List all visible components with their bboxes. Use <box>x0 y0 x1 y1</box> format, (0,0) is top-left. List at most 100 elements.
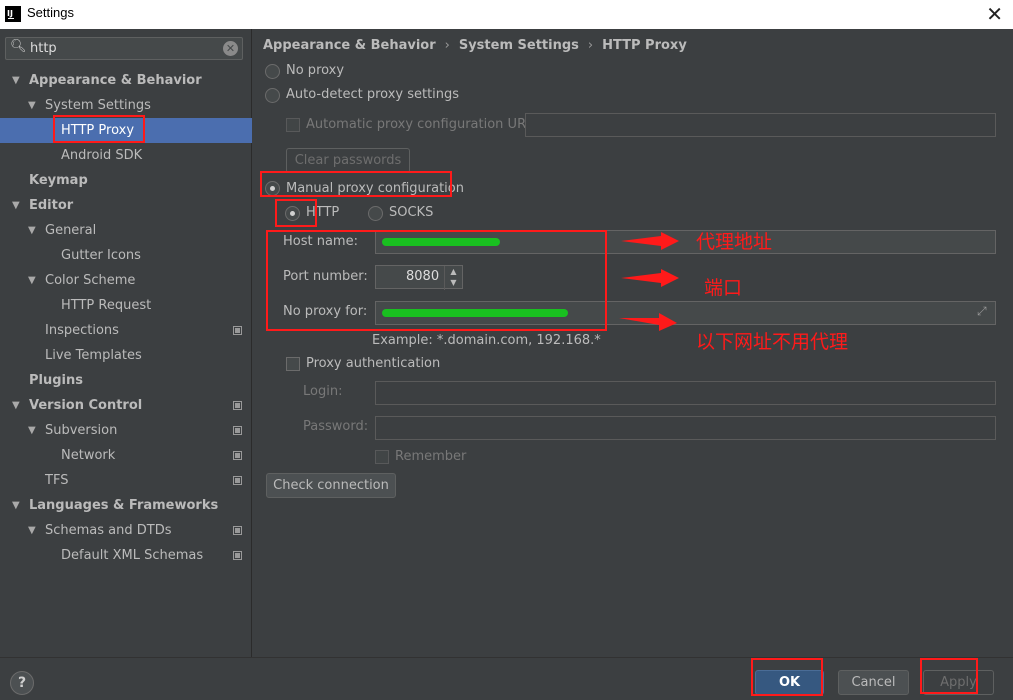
tree-item-network[interactable]: Network <box>0 443 252 468</box>
password-label: Password: <box>303 419 369 434</box>
tree-item-label: Gutter Icons <box>61 248 141 263</box>
tree-item-inspections[interactable]: Inspections <box>0 318 252 343</box>
password-input[interactable] <box>375 416 996 440</box>
tree-item-label: Keymap <box>29 173 88 188</box>
tree-item-label: General <box>45 223 97 238</box>
auto-config-url-checkbox[interactable] <box>286 118 300 132</box>
login-input[interactable] <box>375 381 996 405</box>
tree-item-live-templates[interactable]: Live Templates <box>0 343 252 368</box>
settings-sidebar: 🔍︎ ✕ ▼ Appearance & Behavior ▼ System Se… <box>0 29 252 657</box>
tree-item-general[interactable]: ▼ General <box>0 218 252 243</box>
project-settings-icon <box>233 526 242 535</box>
tree-item-label: Editor <box>29 198 74 213</box>
arrow-icon <box>621 232 679 250</box>
tree-item-label: Default XML Schemas <box>61 548 204 563</box>
arrow-icon <box>619 313 677 331</box>
app-icon: IJ <box>5 6 21 22</box>
breadcrumb-separator: › <box>587 38 594 53</box>
expand-arrow-icon[interactable]: ▼ <box>12 193 20 218</box>
tree-item-tfs[interactable]: TFS <box>0 468 252 493</box>
breadcrumb-separator: › <box>444 38 450 53</box>
tree-item-color-scheme[interactable]: ▼ Color Scheme <box>0 268 252 293</box>
http-proxy-panel: Appearance & Behavior › System Settings › HT… <box>253 29 1013 657</box>
tree-item-http-request[interactable]: HTTP Request <box>0 293 252 318</box>
auto-detect-label: Auto-detect proxy settings <box>286 87 460 102</box>
tree-item-label: Schemas and DTDs <box>45 523 172 538</box>
breadcrumb-item: Appearance & Behavior <box>263 38 436 53</box>
tree-item-plugins[interactable]: Plugins <box>0 368 252 393</box>
tree-item-gutter-icons[interactable]: Gutter Icons <box>0 243 252 268</box>
remember-label: Remember <box>395 449 467 464</box>
clear-search-icon[interactable]: ✕ <box>223 41 238 56</box>
expand-arrow-icon[interactable]: ▼ <box>12 393 20 418</box>
auto-detect-radio[interactable] <box>265 88 280 103</box>
breadcrumb-item: System Settings <box>458 38 579 53</box>
tree-item-label: Inspections <box>45 323 119 338</box>
annotation-no-proxy: 以下网址不用代理 <box>696 331 849 353</box>
tree-item-label: Subversion <box>45 423 118 438</box>
project-settings-icon <box>233 451 242 460</box>
tree-item-label: Plugins <box>29 373 83 388</box>
project-settings-icon <box>233 426 242 435</box>
arrow-icon <box>621 269 679 287</box>
proxy-auth-checkbox[interactable] <box>286 357 300 371</box>
title-bar: IJ Settings ✕ <box>0 0 1013 29</box>
clear-passwords-button[interactable]: Clear passwords <box>286 148 410 173</box>
tree-item-keymap[interactable]: Keymap <box>0 168 252 193</box>
expand-arrow-icon[interactable]: ▼ <box>12 493 20 518</box>
socks-type-radio[interactable] <box>368 206 383 221</box>
annotation-host: 代理地址 <box>696 231 773 253</box>
expand-arrow-icon[interactable]: ▼ <box>28 268 36 293</box>
tree-item-label: Network <box>61 448 116 463</box>
check-connection-button[interactable]: Check connection <box>266 473 396 498</box>
auto-config-url-input[interactable] <box>525 113 996 137</box>
help-button[interactable]: ? <box>10 671 34 695</box>
highlight-box-manual-proxy <box>260 171 452 197</box>
tree-item-label: Color Scheme <box>45 273 136 288</box>
tree-item-version-control[interactable]: ▼ Version Control <box>0 393 252 418</box>
expand-arrow-icon[interactable]: ▼ <box>28 418 36 443</box>
breadcrumb-item: HTTP Proxy <box>602 38 687 53</box>
login-label: Login: <box>303 384 343 399</box>
annotation-port: 端口 <box>704 277 743 299</box>
no-proxy-label: No proxy <box>286 63 345 78</box>
tree-item-label: Live Templates <box>45 348 142 363</box>
tree-item-editor[interactable]: ▼ Editor <box>0 193 252 218</box>
highlight-box-ok <box>751 658 823 696</box>
expand-icon[interactable]: ⤢ <box>977 304 987 319</box>
tree-item-appearance-behavior[interactable]: ▼ Appearance & Behavior <box>0 68 252 93</box>
tree-item-label: HTTP Request <box>61 298 152 313</box>
close-button[interactable]: ✕ <box>986 2 1003 26</box>
window-title: Settings <box>27 5 74 20</box>
tree-item-android-sdk[interactable]: Android SDK <box>0 143 252 168</box>
tree-item-label: Appearance & Behavior <box>29 73 202 88</box>
tree-item-label: Android SDK <box>61 148 143 163</box>
tree-item-default-xml-schemas[interactable]: Default XML Schemas <box>0 543 252 568</box>
search-icon[interactable]: 🔍︎ <box>10 39 27 54</box>
proxy-auth-label: Proxy authentication <box>306 356 441 371</box>
expand-arrow-icon[interactable]: ▼ <box>12 68 20 93</box>
search-box: 🔍︎ ✕ <box>5 37 243 60</box>
expand-arrow-icon[interactable]: ▼ <box>28 518 36 543</box>
project-settings-icon <box>233 476 242 485</box>
example-hint: Example: *.domain.com, 192.168.* <box>372 333 601 348</box>
tree-item-subversion[interactable]: ▼ Subversion <box>0 418 252 443</box>
no-proxy-radio[interactable] <box>265 64 280 79</box>
project-settings-icon <box>233 551 242 560</box>
highlight-box-proxy-fields <box>266 230 607 331</box>
expand-arrow-icon[interactable]: ▼ <box>28 93 36 118</box>
highlight-box-http-proxy <box>53 115 145 143</box>
tree-item-languages-frameworks[interactable]: ▼ Languages & Frameworks <box>0 493 252 518</box>
expand-arrow-icon[interactable]: ▼ <box>28 218 36 243</box>
socks-type-label: SOCKS <box>389 205 434 220</box>
auto-config-url-label: Automatic proxy configuration URL: <box>306 117 538 132</box>
search-input[interactable] <box>30 39 220 58</box>
highlight-box-http-type <box>275 199 317 227</box>
tree-item-label: TFS <box>45 473 69 488</box>
tree-item-label: Languages & Frameworks <box>29 498 219 513</box>
settings-tree: ▼ Appearance & Behavior ▼ System Setting… <box>0 68 252 568</box>
tree-item-schemas-dtds[interactable]: ▼ Schemas and DTDs <box>0 518 252 543</box>
cancel-button[interactable]: Cancel <box>838 670 909 695</box>
remember-checkbox[interactable] <box>375 450 389 464</box>
highlight-box-apply <box>920 658 978 694</box>
